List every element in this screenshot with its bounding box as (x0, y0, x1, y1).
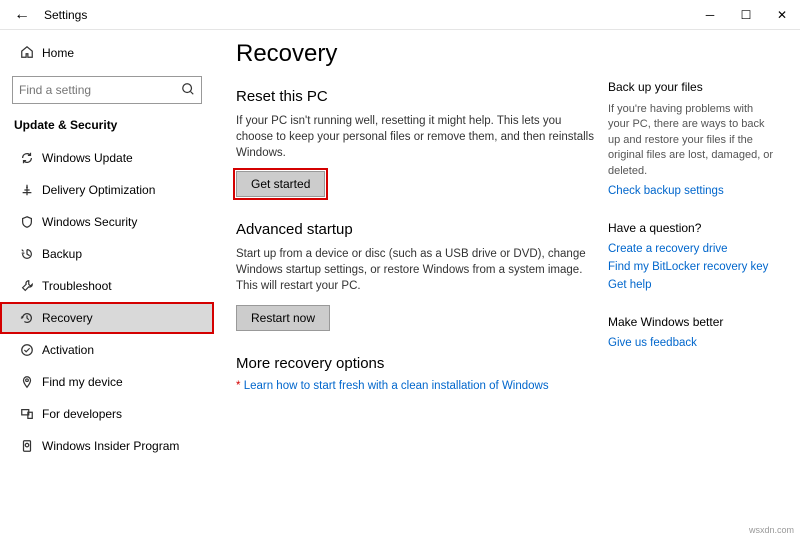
get-started-button[interactable]: Get started (236, 171, 325, 197)
history-icon (20, 311, 42, 325)
main-content: Recovery Reset this PC If your PC isn't … (214, 30, 800, 537)
sidebar-item-windows-insider[interactable]: Windows Insider Program (0, 430, 214, 462)
sidebar-home[interactable]: Home (0, 38, 214, 68)
back-icon[interactable]: ← (14, 6, 34, 24)
sidebar-item-activation[interactable]: Activation (0, 334, 214, 366)
page-title: Recovery (236, 40, 596, 68)
close-button[interactable]: ✕ (764, 0, 800, 30)
home-icon (20, 45, 42, 62)
more-heading: More recovery options (236, 355, 596, 372)
backup-icon (20, 247, 42, 261)
check-circle-icon (20, 343, 42, 357)
sidebar-item-label: Recovery (42, 311, 93, 325)
sidebar-item-label: Windows Insider Program (42, 439, 179, 453)
delivery-icon (20, 183, 42, 197)
watermark: wsxdn.com (749, 525, 794, 535)
reset-heading: Reset this PC (236, 88, 596, 105)
sidebar-item-label: For developers (42, 407, 122, 421)
wrench-icon (20, 279, 42, 293)
sidebar-item-label: Backup (42, 247, 82, 261)
sidebar-item-backup[interactable]: Backup (0, 238, 214, 270)
sidebar-item-label: Activation (42, 343, 94, 357)
sidebar-item-label: Windows Update (42, 151, 133, 165)
aside-backup-body: If you're having problems with your PC, … (608, 102, 776, 179)
sync-icon (20, 151, 42, 165)
section-more-recovery: More recovery options * Learn how to sta… (236, 355, 596, 392)
aside-better-heading: Make Windows better (608, 315, 776, 329)
aside: Back up your files If you're having prob… (596, 40, 776, 537)
sidebar-item-label: Windows Security (42, 215, 137, 229)
sidebar-item-windows-update[interactable]: Windows Update (0, 142, 214, 174)
sidebar-item-for-developers[interactable]: For developers (0, 398, 214, 430)
find-bitlocker-key-link[interactable]: Find my BitLocker recovery key (608, 261, 776, 273)
sidebar-item-windows-security[interactable]: Windows Security (0, 206, 214, 238)
shield-icon (20, 215, 42, 229)
window-title: Settings (44, 8, 87, 22)
search-box[interactable] (12, 76, 202, 104)
sidebar-item-label: Troubleshoot (42, 279, 112, 293)
sidebar-item-delivery-optimization[interactable]: Delivery Optimization (0, 174, 214, 206)
start-fresh-link[interactable]: Learn how to start fresh with a clean in… (244, 380, 549, 392)
aside-backup: Back up your files If you're having prob… (608, 80, 776, 197)
sidebar-category: Update & Security (0, 118, 214, 142)
aside-better: Make Windows better Give us feedback (608, 315, 776, 349)
titlebar: ← Settings ─ ☐ ✕ (0, 0, 800, 30)
asterisk-icon: * (236, 380, 240, 392)
aside-question: Have a question? Create a recovery drive… (608, 221, 776, 291)
create-recovery-drive-link[interactable]: Create a recovery drive (608, 243, 776, 255)
sidebar-home-label: Home (42, 46, 74, 60)
reset-body: If your PC isn't running well, resetting… (236, 113, 596, 161)
location-icon (20, 375, 42, 389)
minimize-button[interactable]: ─ (692, 0, 728, 30)
search-icon (181, 82, 195, 99)
sidebar-item-label: Delivery Optimization (42, 183, 155, 197)
sidebar: Home Update & Security Windows Update De… (0, 30, 214, 537)
sidebar-item-find-my-device[interactable]: Find my device (0, 366, 214, 398)
get-help-link[interactable]: Get help (608, 279, 776, 291)
section-advanced-startup: Advanced startup Start up from a device … (236, 221, 596, 330)
section-reset-pc: Reset this PC If your PC isn't running w… (236, 88, 596, 197)
advanced-body: Start up from a device or disc (such as … (236, 246, 596, 294)
sidebar-item-troubleshoot[interactable]: Troubleshoot (0, 270, 214, 302)
aside-backup-heading: Back up your files (608, 80, 776, 94)
aside-question-heading: Have a question? (608, 221, 776, 235)
advanced-heading: Advanced startup (236, 221, 596, 238)
window-buttons: ─ ☐ ✕ (692, 0, 800, 30)
insider-icon (20, 439, 42, 453)
sidebar-item-label: Find my device (42, 375, 123, 389)
check-backup-link[interactable]: Check backup settings (608, 185, 776, 197)
restart-now-button[interactable]: Restart now (236, 305, 330, 331)
maximize-button[interactable]: ☐ (728, 0, 764, 30)
give-feedback-link[interactable]: Give us feedback (608, 337, 776, 349)
devices-icon (20, 407, 42, 421)
sidebar-item-recovery[interactable]: Recovery (0, 302, 214, 334)
search-input[interactable] (19, 83, 181, 97)
